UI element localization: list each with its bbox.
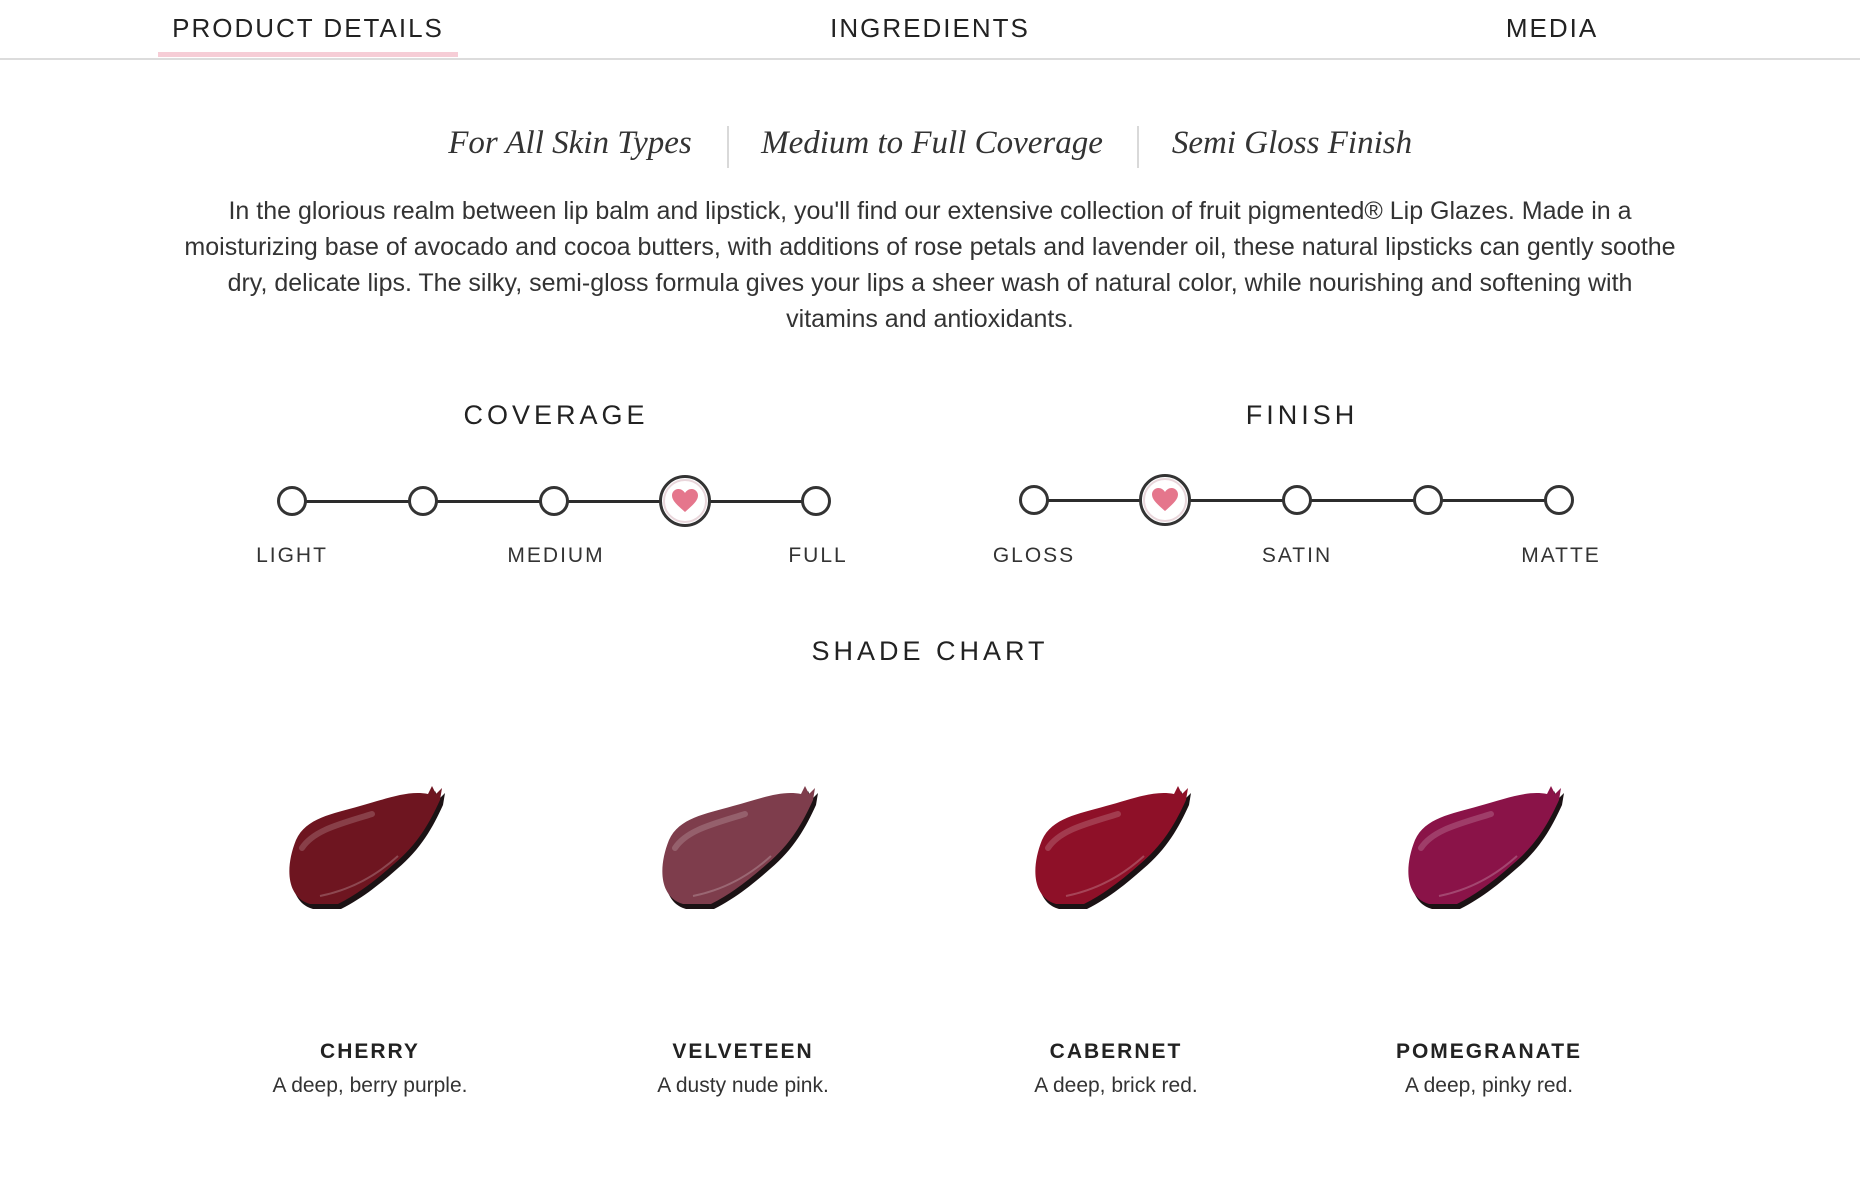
finish-heading: FINISH (1245, 400, 1359, 430)
tagline-skin-types: For All Skin Types (448, 125, 692, 161)
selected-ring (1143, 478, 1188, 522)
shade-swatch-velveteen (653, 782, 833, 922)
coverage-label-full: FULL (788, 544, 848, 567)
coverage-step-4-selected (659, 475, 711, 527)
shade-description: A deep, berry purple. (272, 1074, 468, 1097)
shade-description: A dusty nude pink. (657, 1074, 829, 1097)
tab-bar: PRODUCT DETAILS INGREDIENTS MEDIA (0, 0, 1860, 60)
finish-step-4 (1412, 485, 1443, 515)
shade-description: A deep, pinky red. (1404, 1074, 1574, 1097)
product-description: In the glorious realm between lip balm a… (184, 197, 1676, 333)
shade-name: VELVETEEN (672, 1040, 814, 1063)
shade-chart-heading: SHADE CHART (811, 636, 1049, 666)
coverage-step-5 (801, 486, 831, 516)
shade-swatch-cabernet (1026, 782, 1206, 922)
tagline-finish: Semi Gloss Finish (1171, 125, 1413, 161)
coverage-heading: COVERAGE (463, 400, 649, 430)
shade-swatch-cherry (280, 782, 460, 922)
finish-label-satin: SATIN (1261, 544, 1333, 567)
shade-name: POMEGRANATE (1395, 1040, 1583, 1063)
coverage-step-3 (539, 486, 569, 516)
tagline-coverage: Medium to Full Coverage (761, 125, 1103, 161)
shade-name: CABERNET (1049, 1040, 1183, 1063)
shade-description: A deep, brick red. (1034, 1074, 1198, 1097)
heart-icon (672, 489, 698, 512)
tab-ingredients[interactable]: INGREDIENTS (830, 10, 1030, 46)
selected-ring (663, 479, 707, 523)
tab-media[interactable]: MEDIA (1506, 10, 1598, 46)
tab-product-details[interactable]: PRODUCT DETAILS (172, 10, 444, 46)
finish-label-gloss: GLOSS (992, 544, 1076, 567)
shade-name: CHERRY (320, 1040, 420, 1063)
coverage-step-2 (408, 486, 438, 516)
active-tab-indicator (158, 52, 458, 57)
coverage-label-light: LIGHT (256, 544, 328, 567)
coverage-label-medium: MEDIUM (507, 544, 605, 567)
heart-icon (1152, 488, 1179, 511)
finish-step-1 (1019, 485, 1049, 515)
coverage-step-1 (277, 486, 307, 516)
tagline-divider (727, 126, 729, 168)
finish-step-5 (1544, 485, 1574, 515)
finish-step-2-selected (1139, 474, 1192, 526)
tagline-divider (1137, 126, 1139, 168)
finish-step-3 (1281, 485, 1312, 515)
shade-swatch-pomegranate (1399, 782, 1579, 922)
finish-label-matte: MATTE (1521, 544, 1601, 567)
